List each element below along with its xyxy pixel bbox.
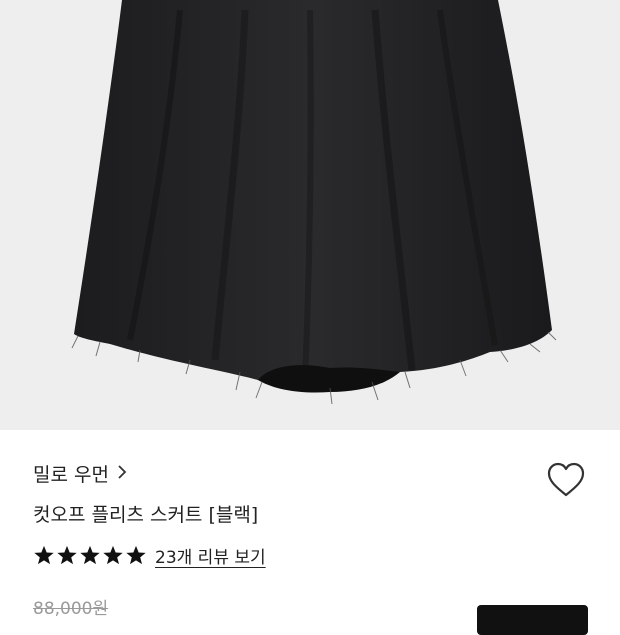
purchase-button[interactable] [477, 605, 588, 635]
star-filled-icon [80, 545, 100, 565]
rating-row: 23개 리뷰 보기 [33, 543, 266, 568]
star-filled-icon [34, 545, 54, 565]
wishlist-heart-icon[interactable] [544, 458, 588, 502]
chevron-right-icon [117, 464, 127, 484]
star-rating [33, 545, 147, 566]
product-name: 컷오프 플리츠 스커트 [블랙] [33, 504, 259, 526]
star-filled-icon [57, 545, 77, 565]
star-filled-icon [126, 545, 146, 565]
product-info-panel: 밀로 우먼 컷오프 플리츠 스커트 [블랙] 23개 리뷰 보기 88,000원 [0, 430, 620, 635]
review-link[interactable]: 23개 리뷰 보기 [155, 543, 266, 568]
product-image [0, 0, 620, 430]
original-price: 88,000원 [33, 599, 109, 619]
star-filled-icon [103, 545, 123, 565]
brand-name: 밀로 우먼 [33, 464, 109, 486]
brand-link[interactable]: 밀로 우먼 [33, 460, 127, 487]
skirt-illustration [71, 0, 557, 405]
